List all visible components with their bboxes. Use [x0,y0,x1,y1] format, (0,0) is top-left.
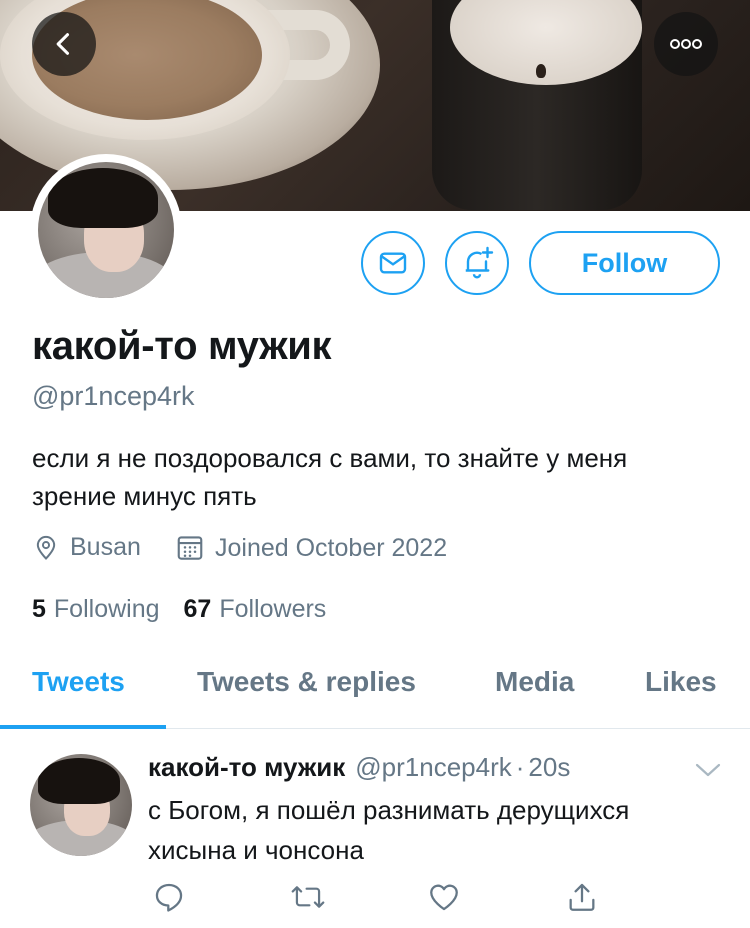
profile-name: какой-то мужик [32,324,332,368]
tweet-author-handle: @pr1ncep4rk [355,752,512,782]
reply-icon[interactable] [152,880,186,914]
tweet-separator: · [515,752,525,782]
followers-label: Followers [219,595,327,623]
calendar-icon [177,536,203,560]
follow-counts: 5 Following 67 Followers [32,595,350,624]
bell-plus-icon [465,246,494,279]
profile-joined: Joined October 2022 [175,533,447,563]
active-tab-indicator [0,725,166,729]
joined-text: Joined October 2022 [215,533,448,562]
profile-tabs: Tweets Tweets & replies Media Likes [0,654,750,729]
tweet-avatar[interactable] [30,754,132,856]
tab-media[interactable]: Media [495,666,574,698]
notifications-button[interactable] [445,231,509,295]
more-button[interactable] [654,12,718,76]
location-text: Busan [70,533,141,561]
profile-location: Busan [32,533,141,562]
profile-handle: @pr1ncep4rk [32,381,195,411]
follow-button[interactable]: Follow [529,231,720,295]
tweet-author-name[interactable]: какой-то мужик [148,752,345,783]
more-horizontal-icon [670,39,702,49]
following-label: Following [53,595,160,623]
tweet-text: с Богом, я пошёл разнимать дерущихся хис… [148,795,630,865]
chevron-left-icon [56,33,70,55]
back-button[interactable] [32,12,96,76]
location-pin-icon [36,535,56,560]
profile-bio: если я не поздоровался с вами, то знайте… [32,443,628,511]
retweet-icon[interactable] [290,880,326,914]
tab-likes[interactable]: Likes [645,666,717,698]
tab-tweets[interactable]: Tweets [32,666,125,698]
share-icon[interactable] [565,880,599,914]
tweet-header: какой-то мужик @pr1ncep4rk · 20s [148,752,570,783]
following-count: 5 [32,595,46,623]
avatar-image [38,162,174,298]
followers-link[interactable]: 67 Followers [184,595,327,624]
message-button[interactable] [361,231,425,295]
tweet-timestamp: 20s [528,752,571,782]
chevron-down-icon[interactable] [694,760,722,780]
tab-tweets-replies[interactable]: Tweets & replies [197,666,416,698]
heart-icon[interactable] [427,880,461,914]
following-link[interactable]: 5 Following [32,595,160,624]
followers-count: 67 [183,595,212,623]
profile-avatar[interactable] [30,154,182,306]
envelope-icon [379,252,407,274]
